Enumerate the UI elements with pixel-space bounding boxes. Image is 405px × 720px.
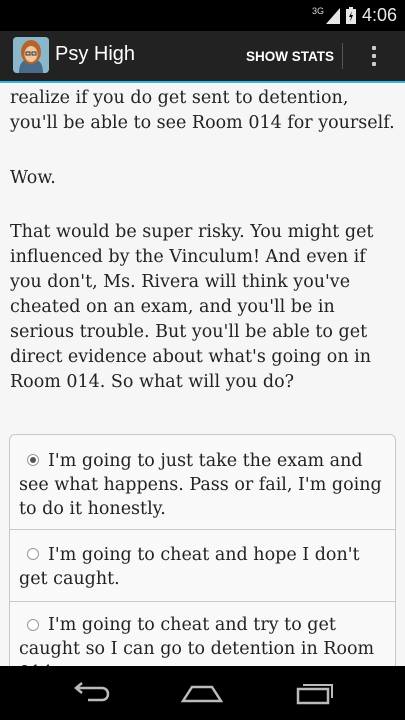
show-stats-button[interactable]: SHOW STATS [240,31,340,81]
choice-option[interactable]: I'm going to cheat and try to get caught… [10,602,395,666]
story-paragraph: Wow. [10,168,56,188]
action-bar: Psy High SHOW STATS [0,31,405,83]
clock: 4:06 [361,5,397,25]
story-paragraph: realize if you do get sent to detention,… [10,88,395,133]
choice-list: I'm going to just take the exam and see … [9,434,396,666]
network-type: 3G [311,5,324,16]
home-icon[interactable] [172,674,232,712]
overflow-menu-icon[interactable] [356,31,392,81]
navigation-bar [0,666,405,720]
choice-label: I'm going to cheat and try to get caught… [19,615,375,666]
choice-option[interactable]: I'm going to cheat and hope I don't get … [10,530,395,602]
app-title: Psy High [55,43,136,65]
recents-icon[interactable] [284,674,344,712]
back-icon[interactable] [60,674,120,712]
choice-label: I'm going to cheat and hope I don't get … [19,545,360,589]
app-icon[interactable] [13,37,49,73]
battery-icon [345,7,356,24]
status-icons: 3G 4:06 [312,5,397,26]
story-content[interactable]: realize if you do get sent to detention,… [0,83,405,666]
signal-icon [325,7,340,24]
status-bar: 3G 4:06 [0,0,405,31]
action-divider [342,43,343,69]
story-paragraph: That would be super risky. You might get… [10,222,374,392]
choice-option[interactable]: I'm going to just take the exam and see … [10,435,395,530]
choice-label: I'm going to just take the exam and see … [19,451,382,519]
